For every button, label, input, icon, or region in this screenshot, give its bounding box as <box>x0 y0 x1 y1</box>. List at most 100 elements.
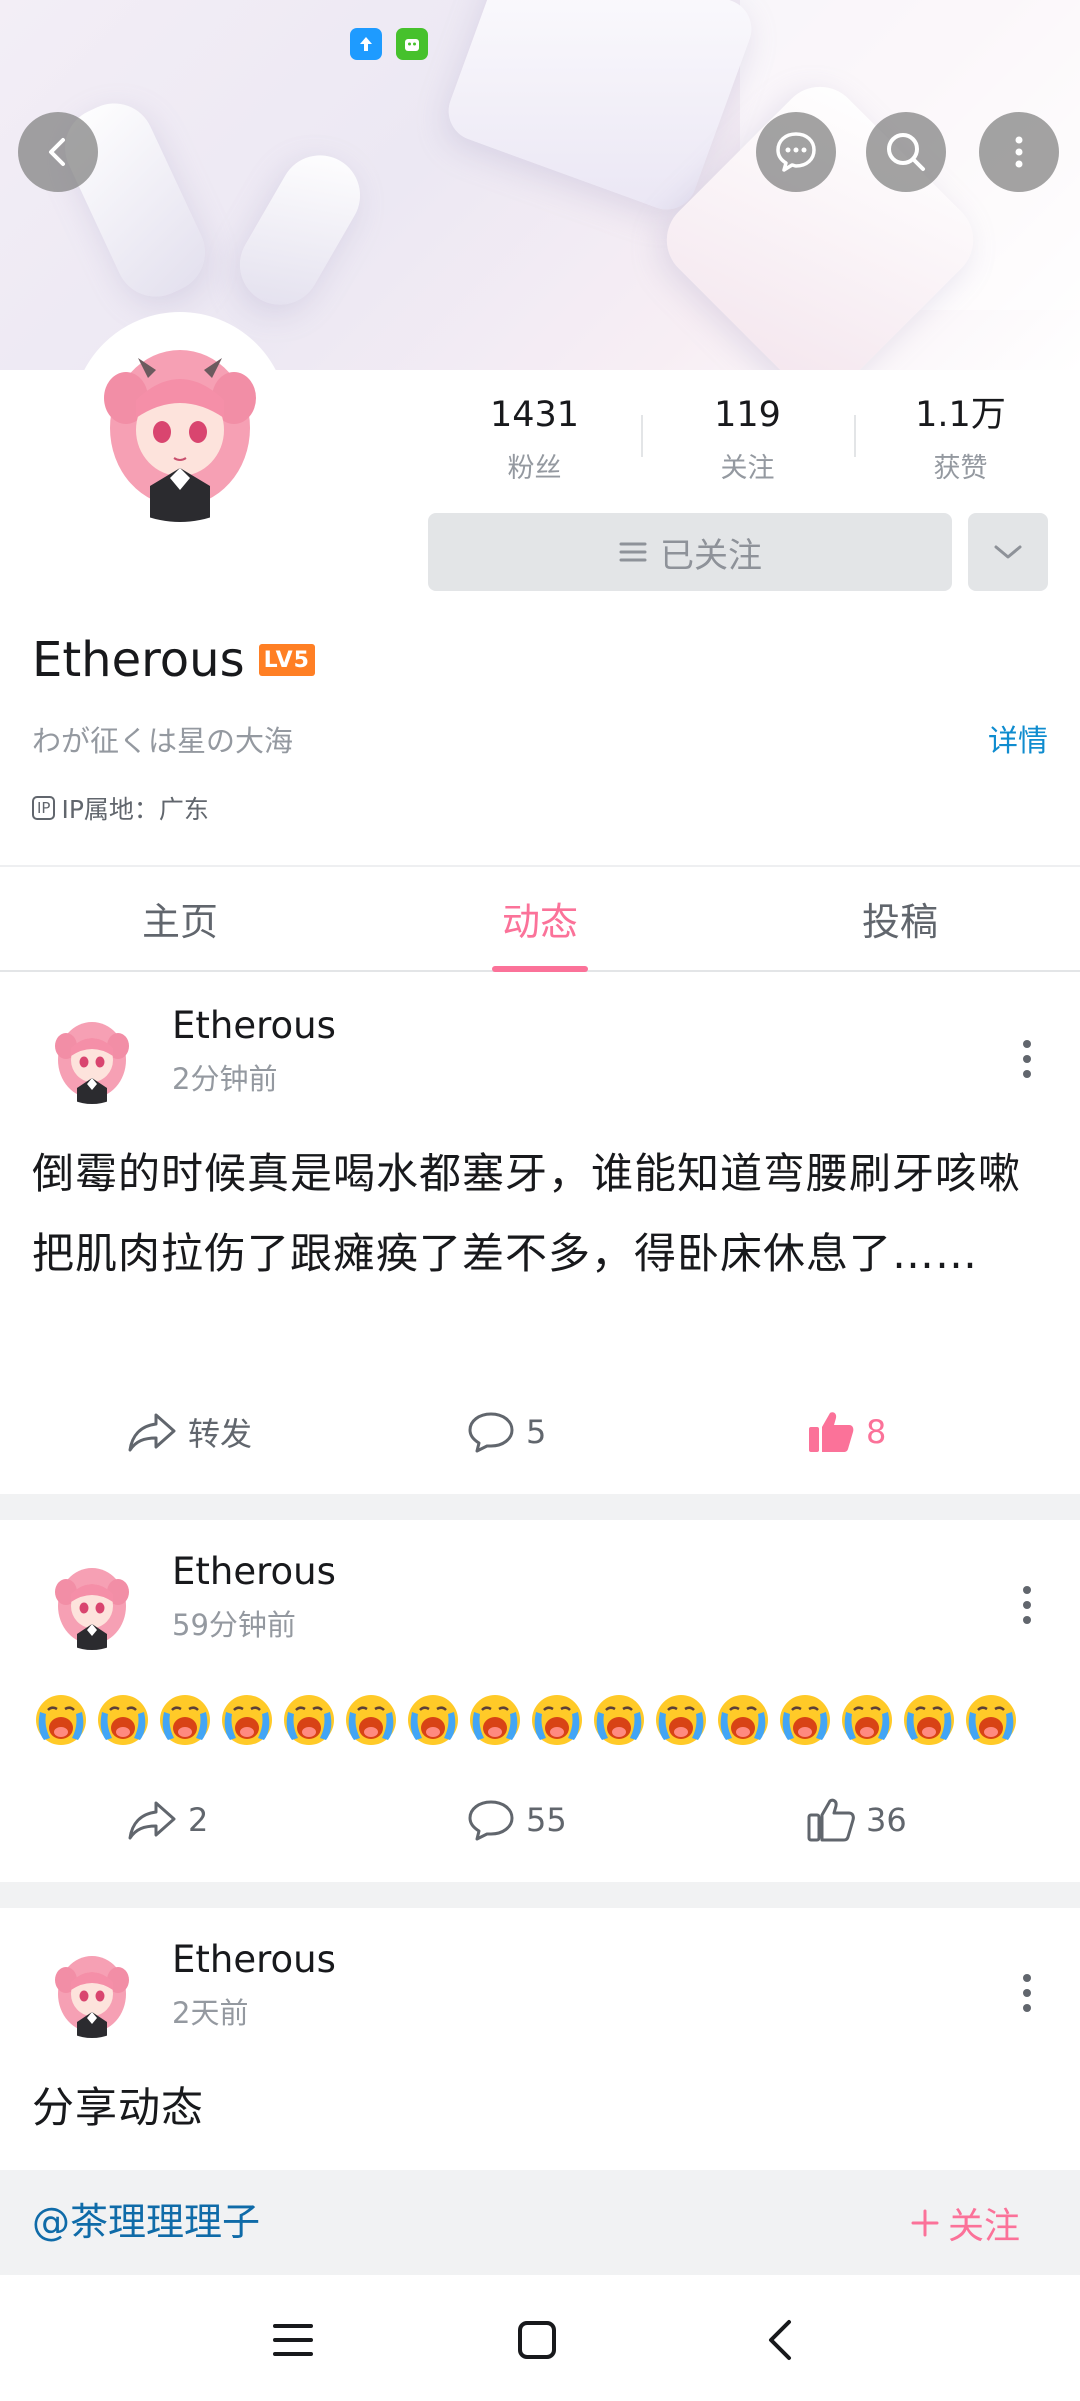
followed-button[interactable]: 已关注 <box>428 513 952 591</box>
post-time: 2分钟前 <box>172 1062 278 1096</box>
level-badge: LV5 <box>258 644 315 676</box>
post-more-icon[interactable] <box>1012 1580 1042 1630</box>
ip-location: IP IP属地：广东 <box>32 790 209 826</box>
like-count: 8 <box>866 1413 887 1451</box>
tab-home[interactable]: 主页 <box>0 867 360 970</box>
post-time: 2天前 <box>172 1996 249 2030</box>
username: Etherous <box>32 632 245 688</box>
username-row: Etherous LV5 <box>32 630 315 690</box>
comment-bubble-icon <box>468 1800 514 1841</box>
post-avatar[interactable] <box>44 1942 140 2038</box>
post-author[interactable]: Etherous <box>172 1004 336 1047</box>
emoji-row <box>32 1690 1020 1748</box>
ip-location-text: IP属地：广东 <box>61 795 209 824</box>
repost-label: 转发 <box>188 1415 253 1453</box>
more-button[interactable] <box>979 112 1059 192</box>
menu-icon <box>273 2324 313 2356</box>
crying-face-emoji <box>280 1690 338 1748</box>
fans-stat[interactable]: 1431 粉丝 <box>428 390 641 500</box>
comment-count: 5 <box>526 1413 547 1451</box>
comment-bubble-icon <box>468 1412 514 1453</box>
search-button[interactable] <box>866 112 946 192</box>
crying-face-emoji <box>838 1690 896 1748</box>
back-chevron-icon <box>49 138 65 166</box>
menu-lines-icon <box>619 542 647 562</box>
repost-button[interactable]: 转发 <box>126 1402 252 1462</box>
repost-button[interactable]: 2 <box>126 1790 208 1850</box>
fans-label: 粉丝 <box>507 453 562 484</box>
like-count: 36 <box>866 1801 907 1839</box>
more-vertical-icon <box>1015 136 1023 168</box>
shared-user-link[interactable]: @茶理理理子 <box>32 2170 260 2275</box>
post-author[interactable]: Etherous <box>172 1550 336 1593</box>
post-text[interactable]: 分享动态 <box>32 2068 1048 2148</box>
following-label: 关注 <box>720 453 775 484</box>
crying-face-emoji <box>900 1690 958 1748</box>
search-icon <box>887 133 925 171</box>
likes-count: 1.1万 <box>915 395 1006 435</box>
recent-apps-button[interactable] <box>258 2305 328 2375</box>
feed-post[interactable]: Etherous 59分钟前 2 55 36 <box>0 1520 1080 1880</box>
post-separator <box>0 1882 1080 1908</box>
crying-face-emoji <box>156 1690 214 1748</box>
back-button[interactable] <box>18 112 98 192</box>
square-home-icon <box>518 2321 556 2359</box>
crying-face-emoji <box>528 1690 586 1748</box>
crying-face-emoji <box>590 1690 648 1748</box>
following-stat[interactable]: 119 关注 <box>641 390 854 500</box>
thumbs-up-filled-icon <box>809 1412 854 1452</box>
tab-uploads[interactable]: 投稿 <box>720 867 1080 970</box>
comment-count: 55 <box>526 1801 567 1839</box>
stat-divider <box>854 415 856 457</box>
follow-dropdown-button[interactable] <box>968 513 1048 591</box>
shared-content-card[interactable]: @茶理理理子 关注 <box>0 2170 1080 2275</box>
post-actions: 2 55 36 <box>0 1790 1080 1850</box>
feed-post[interactable]: Etherous 2天前 分享动态 <box>0 1908 1080 2170</box>
home-button[interactable] <box>502 2305 572 2375</box>
post-more-icon[interactable] <box>1012 1968 1042 2018</box>
crying-face-emoji <box>32 1690 90 1748</box>
ip-tag-icon: IP <box>32 796 56 820</box>
follow-label: 关注 <box>947 2205 1020 2247</box>
crying-face-emoji <box>94 1690 152 1748</box>
message-button[interactable] <box>756 112 836 192</box>
signature: わが征くは星の大海 <box>32 724 294 758</box>
post-more-icon[interactable] <box>1012 1034 1042 1084</box>
profile-tabs: 主页 动态 投稿 <box>0 867 1080 972</box>
like-button[interactable]: 36 <box>806 1790 907 1850</box>
details-link[interactable]: 详情 <box>988 716 1048 760</box>
comment-button[interactable]: 55 <box>466 1790 567 1850</box>
following-count: 119 <box>714 395 781 435</box>
like-button[interactable]: 8 <box>806 1402 886 1462</box>
crying-face-emoji <box>962 1690 1020 1748</box>
crying-face-emoji <box>714 1690 772 1748</box>
post-avatar[interactable] <box>44 1554 140 1650</box>
post-text[interactable]: 倒霉的时候真是喝水都塞牙，谁能知道弯腰刷牙咳嗽把肌肉拉伤了跟瘫痪了差不多，得卧床… <box>32 1134 1048 1294</box>
upload-arrow-icon <box>350 28 382 60</box>
status-bar-icons <box>350 28 428 60</box>
post-separator <box>0 1494 1080 1520</box>
post-actions: 转发 5 8 <box>0 1402 1080 1462</box>
crying-face-emoji <box>342 1690 400 1748</box>
likes-stat[interactable]: 1.1万 获赞 <box>854 390 1067 500</box>
crying-face-emoji <box>466 1690 524 1748</box>
post-avatar[interactable] <box>44 1008 140 1104</box>
crying-face-emoji <box>218 1690 276 1748</box>
post-author[interactable]: Etherous <box>172 1938 336 1981</box>
system-navigation-bar <box>0 2275 1080 2401</box>
crying-face-emoji <box>776 1690 834 1748</box>
profile-avatar[interactable] <box>72 312 288 528</box>
back-chevron-icon <box>769 2320 791 2360</box>
comment-button[interactable]: 5 <box>466 1402 546 1462</box>
stat-divider <box>641 415 643 457</box>
repost-count: 2 <box>188 1801 209 1839</box>
feed-post[interactable]: Etherous 2分钟前 倒霉的时候真是喝水都塞牙，谁能知道弯腰刷牙咳嗽把肌肉… <box>0 974 1080 1494</box>
chat-bubble-icon <box>776 132 816 172</box>
chevron-down-icon <box>994 545 1022 559</box>
back-nav-button[interactable] <box>746 2305 816 2375</box>
post-time: 59分钟前 <box>172 1608 296 1642</box>
crying-face-emoji <box>404 1690 462 1748</box>
tab-dynamics[interactable]: 动态 <box>360 867 720 972</box>
follow-button[interactable]: 关注 <box>910 2170 1020 2275</box>
profile-stats: 1431 粉丝 119 关注 1.1万 获赞 <box>428 390 1068 500</box>
